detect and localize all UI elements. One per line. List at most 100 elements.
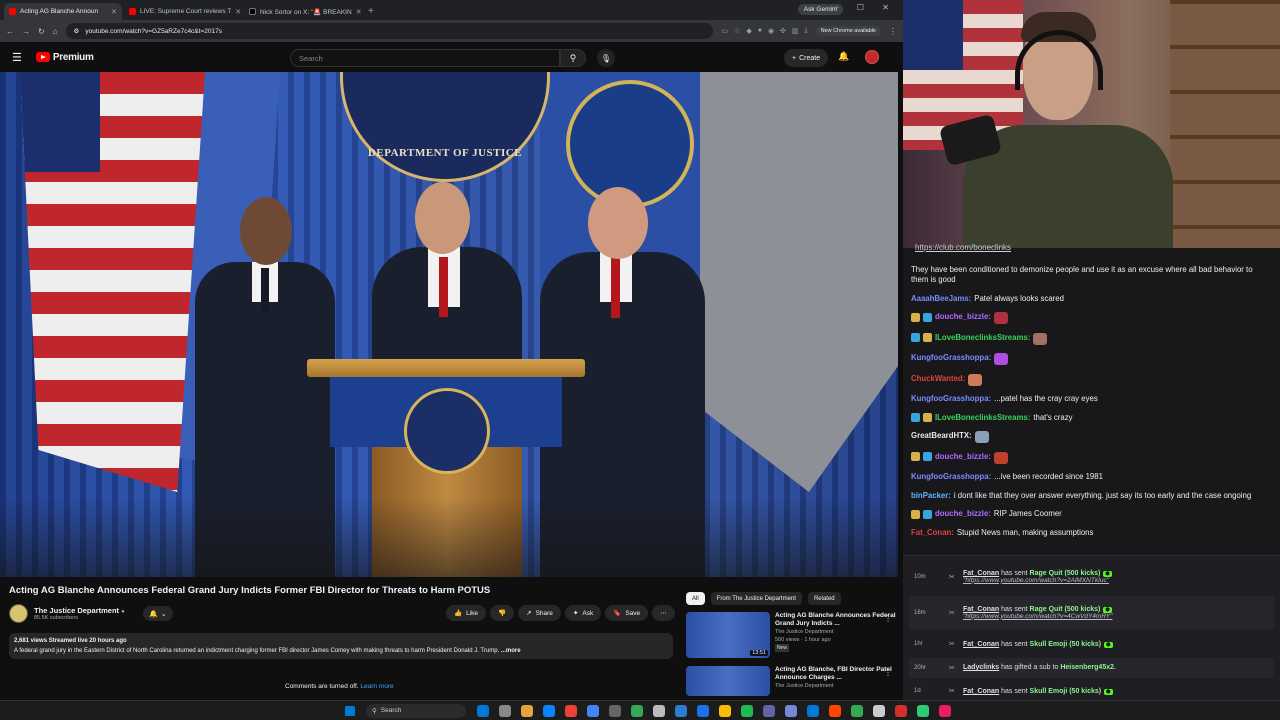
- reload-icon[interactable]: ↻: [38, 27, 45, 36]
- description-box[interactable]: 2,681 views Streamed live 20 hours ago A…: [9, 633, 673, 659]
- microphone-icon[interactable]: 🎙: [597, 49, 615, 67]
- new-tab-icon[interactable]: +: [368, 6, 374, 17]
- taskbar-app-icon[interactable]: [851, 704, 863, 717]
- more-options-icon[interactable]: ⋮: [884, 614, 892, 623]
- chat-username[interactable]: douche_bizzle:: [935, 452, 991, 462]
- related-video[interactable]: Acting AG Blanche, FBI Director Patel An…: [686, 666, 896, 696]
- chrome-menu-icon[interactable]: ⋮: [889, 27, 897, 36]
- event-username[interactable]: Fat_Conan: [963, 688, 999, 695]
- taskbar-app-icon[interactable]: [719, 704, 731, 717]
- download-icon[interactable]: ⤓: [805, 27, 808, 35]
- learn-more-link[interactable]: Learn more: [360, 683, 393, 690]
- hamburger-menu-icon[interactable]: ☰: [12, 51, 22, 64]
- taskbar-app-icon[interactable]: [807, 704, 819, 717]
- extension-icon[interactable]: ◉: [768, 27, 774, 35]
- notifications-bell-icon[interactable]: 🔔: [838, 51, 849, 62]
- close-tab-icon[interactable]: ✕: [235, 8, 241, 16]
- save-button[interactable]: 🔖 Save: [605, 605, 649, 621]
- event-username[interactable]: Fat_Conan: [963, 606, 999, 613]
- account-avatar[interactable]: [865, 50, 879, 64]
- chat-username[interactable]: douche_bizzle:: [935, 509, 991, 519]
- taskbar-app-icon[interactable]: [521, 704, 533, 717]
- channel-name[interactable]: The Justice Department ●: [34, 606, 125, 615]
- chat-username[interactable]: douche_bizzle:: [935, 312, 991, 322]
- chat-username[interactable]: ILoveBoneclinksStreams:: [935, 413, 1030, 423]
- taskbar-app-icon[interactable]: [587, 704, 599, 717]
- taskbar-app-icon[interactable]: [939, 704, 951, 717]
- chat-username[interactable]: ChuckWanted:: [911, 374, 965, 384]
- video-player[interactable]: DEPARTMENT OF JUSTICE: [0, 72, 898, 577]
- taskbar-app-icon[interactable]: [763, 704, 775, 717]
- new-chrome-available-button[interactable]: New Chrome available: [815, 26, 881, 36]
- puzzle-icon[interactable]: ✣: [780, 27, 786, 35]
- taskbar-app-icon[interactable]: [741, 704, 753, 717]
- taskbar-app-icon[interactable]: [829, 704, 841, 717]
- event-username[interactable]: Fat_Conan: [963, 570, 999, 577]
- url-field[interactable]: ⚙ youtube.com/watch?v=GZ5aRZe7c4c&t=2017…: [65, 23, 714, 39]
- chat-username[interactable]: KungfooGrasshoppa:: [911, 353, 991, 363]
- related-thumbnail[interactable]: [686, 666, 770, 696]
- taskbar-app-icon[interactable]: [653, 704, 665, 717]
- event-username[interactable]: Fat_Conan: [963, 641, 999, 648]
- chat-username[interactable]: GreatBeardHTX:: [911, 431, 972, 441]
- sidebar-icon[interactable]: ▥: [792, 27, 799, 35]
- club-link[interactable]: https://club.com/boneclinks: [915, 243, 1011, 252]
- chat-username[interactable]: ILoveBoneclinksStreams:: [935, 333, 1030, 343]
- chip-all[interactable]: All: [686, 592, 705, 605]
- related-thumbnail[interactable]: 13:51: [686, 612, 770, 658]
- event-username[interactable]: Ladyclinks: [963, 664, 999, 671]
- extension-icon[interactable]: ◆: [746, 27, 751, 35]
- window-controls[interactable]: — ☐ ✕: [831, 3, 897, 12]
- cast-icon[interactable]: ▭: [721, 27, 728, 35]
- close-tab-icon[interactable]: ✕: [356, 8, 362, 16]
- taskbar-app-icon[interactable]: [499, 704, 511, 717]
- taskbar-app-icon[interactable]: [543, 704, 555, 717]
- extension-icon[interactable]: ●: [758, 27, 762, 35]
- chat-username[interactable]: binPacker:: [911, 491, 951, 501]
- taskbar-app-icon[interactable]: [477, 704, 489, 717]
- more-actions-button[interactable]: ⋯: [652, 605, 675, 621]
- chip-related[interactable]: Related: [807, 592, 841, 605]
- search-icon[interactable]: ⚲: [560, 49, 586, 67]
- tab-youtube-active[interactable]: Acting AG Blanche Announ ✕: [4, 3, 122, 20]
- like-button[interactable]: 👍 Like: [446, 605, 487, 621]
- taskbar-app-icon[interactable]: [609, 704, 621, 717]
- share-button[interactable]: ↗ Share: [518, 605, 561, 621]
- tab-supreme-court[interactable]: LIVE: Supreme Court reviews T ✕: [124, 3, 242, 20]
- home-icon[interactable]: ⌂: [53, 27, 58, 36]
- site-info-icon[interactable]: ⚙: [74, 27, 80, 35]
- taskbar-app-icon[interactable]: [917, 704, 929, 717]
- youtube-premium-logo[interactable]: Premium: [35, 52, 94, 63]
- windows-start-icon[interactable]: [345, 705, 355, 716]
- taskbar-app-icon[interactable]: [631, 704, 643, 717]
- event-link[interactable]: "https://www.youtube.com/watch?v=4CwVdY4…: [963, 613, 1112, 620]
- chat-username[interactable]: KungfooGrasshoppa:: [911, 472, 991, 482]
- chat-username[interactable]: KungfooGrasshoppa:: [911, 394, 991, 404]
- more-options-icon[interactable]: ⋮: [884, 668, 892, 677]
- taskbar-app-icon[interactable]: [675, 704, 687, 717]
- channel-avatar[interactable]: [9, 604, 28, 623]
- event-link[interactable]: "https://www.youtube.com/watch?v=2AlMXNT…: [963, 577, 1112, 584]
- subscription-bell-button[interactable]: 🔔 ⌄: [143, 606, 173, 621]
- bookmark-star-icon[interactable]: ☆: [734, 27, 740, 35]
- related-channel: The Justice Department: [775, 629, 834, 635]
- close-tab-icon[interactable]: ✕: [111, 8, 117, 16]
- taskbar-app-icon[interactable]: [697, 704, 709, 717]
- taskbar-app-icon[interactable]: [873, 704, 885, 717]
- taskbar-app-icon[interactable]: [565, 704, 577, 717]
- forward-icon[interactable]: →: [22, 27, 30, 36]
- chip-from-channel[interactable]: From The Justice Department: [710, 592, 802, 605]
- description-more-link[interactable]: ...more: [501, 648, 521, 654]
- search-input[interactable]: Search: [290, 49, 560, 67]
- back-icon[interactable]: ←: [6, 27, 14, 36]
- chat-username[interactable]: AaaahBeeJams:: [911, 294, 971, 304]
- related-video[interactable]: 13:51 Acting AG Blanche Announces Federa…: [686, 612, 896, 658]
- taskbar-search[interactable]: ⚲ Search: [366, 703, 466, 718]
- chat-username[interactable]: Fat_Conan:: [911, 528, 954, 538]
- taskbar-app-icon[interactable]: [895, 704, 907, 717]
- tab-x-post[interactable]: Nick Sortor on X: "🚨 BREAKIN ✕: [244, 3, 362, 20]
- dislike-button[interactable]: 👎: [490, 605, 515, 621]
- create-button[interactable]: + Create: [784, 49, 829, 67]
- taskbar-app-icon[interactable]: [785, 704, 797, 717]
- ask-button[interactable]: ✦ Ask: [564, 605, 602, 621]
